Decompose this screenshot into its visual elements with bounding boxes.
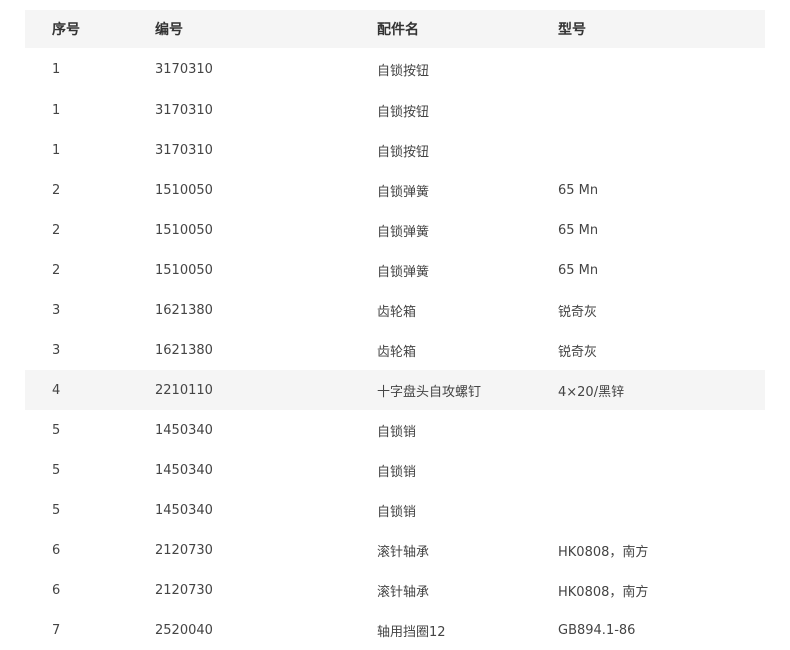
cell-no: 3 (52, 342, 61, 358)
cell-code: 2210110 (128, 370, 350, 410)
table-row: 2 1510050 自锁弹簧 65 Mn (25, 250, 765, 290)
cell-model: 锐奇灰 (558, 304, 598, 320)
cell-model (531, 410, 765, 450)
cell-code: 1621380 (155, 302, 213, 318)
header-no: 序号 (25, 10, 128, 48)
table-row: 2 1510050 自锁弹簧 65 Mn (25, 210, 765, 250)
cell-name: 十字盘头自攻螺钉 (350, 370, 531, 410)
cell-no: 6 (52, 542, 61, 558)
cell-name: 自锁销 (377, 504, 417, 520)
cell-name: 自锁按钮 (377, 144, 430, 160)
cell-code: 3170310 (155, 142, 213, 158)
cell-no: 2 (52, 262, 61, 278)
cell-name: 自锁按钮 (377, 104, 430, 120)
cell-no: 5 (52, 502, 61, 518)
cell-no: 7 (52, 622, 61, 638)
cell-model: 65 Mn (558, 262, 599, 278)
cell-no: 2 (52, 182, 61, 198)
header-model: 型号 (531, 10, 765, 48)
parts-table: 序号 编号 配件名 型号 1 3170310 自锁按钮 1 3170310 自锁按钮 1 31… (25, 10, 765, 650)
cell-no: 3 (52, 302, 61, 318)
cell-code: 2120730 (155, 542, 213, 558)
cell-name: 自锁弹簧 (377, 184, 430, 200)
cell-code: 1621380 (155, 342, 213, 358)
cell-name: 滚针轴承 (377, 584, 430, 600)
table-header: 序号 编号 配件名 型号 (25, 10, 765, 48)
cell-code: 1450340 (155, 422, 213, 438)
table-body: 1 3170310 自锁按钮 1 3170310 自锁按钮 1 3170310 自锁按钮 2 151… (25, 48, 765, 650)
cell-name: 自锁销 (377, 424, 417, 440)
cell-no: 5 (52, 422, 61, 438)
header-name: 配件名 (350, 10, 531, 48)
cell-code: 1450340 (155, 502, 213, 518)
cell-no: 5 (52, 462, 61, 478)
cell-no: 4 (25, 370, 128, 410)
cell-no: 6 (52, 582, 61, 598)
cell-name: 齿轮箱 (377, 304, 417, 320)
header-code: 编号 (128, 10, 350, 48)
cell-code: 1510050 (155, 182, 213, 198)
table-row: 1 3170310 自锁按钮 (25, 48, 765, 90)
cell-code: 2120730 (155, 582, 213, 598)
table-row: 6 2120730 滚针轴承 HK0808，南方 (25, 570, 765, 610)
cell-no: 1 (52, 61, 61, 77)
table-row: 5 1450340 自锁销 (25, 450, 765, 490)
cell-no: 1 (52, 102, 61, 118)
cell-no: 2 (52, 222, 61, 238)
cell-model: HK0808，南方 (558, 584, 649, 600)
table-row: 1 3170310 自锁按钮 (25, 90, 765, 130)
cell-model: 65 Mn (558, 222, 599, 238)
cell-model: 锐奇灰 (558, 344, 598, 360)
cell-model: 65 Mn (558, 182, 599, 198)
cell-model: GB894.1-86 (558, 622, 636, 638)
table-row: 3 1621380 齿轮箱 锐奇灰 (25, 330, 765, 370)
header-row: 序号 编号 配件名 型号 (25, 10, 765, 48)
cell-name: 齿轮箱 (377, 344, 417, 360)
cell-name: 自锁按钮 (377, 63, 430, 79)
table-row: 4 2210110 十字盘头自攻螺钉 4×20/黑锌 (25, 370, 765, 410)
cell-model (531, 48, 765, 90)
table-row: 5 1450340 自锁销 (25, 410, 765, 450)
cell-model (531, 490, 765, 530)
cell-code: 1450340 (155, 462, 213, 478)
table-row: 7 2520040 轴用挡圈12 GB894.1-86 (25, 610, 765, 650)
table-row: 2 1510050 自锁弹簧 65 Mn (25, 170, 765, 210)
table-row: 6 2120730 滚针轴承 HK0808，南方 (25, 530, 765, 570)
table-row: 1 3170310 自锁按钮 (25, 130, 765, 170)
cell-code: 1510050 (155, 222, 213, 238)
cell-model: 4×20/黑锌 (531, 370, 765, 410)
cell-code: 3170310 (155, 61, 213, 77)
cell-name: 轴用挡圈12 (377, 624, 446, 640)
cell-no: 1 (52, 142, 61, 158)
cell-code: 3170310 (155, 102, 213, 118)
cell-model: HK0808，南方 (558, 544, 649, 560)
cell-model (531, 450, 765, 490)
cell-name: 自锁弹簧 (377, 264, 430, 280)
cell-model (531, 130, 765, 170)
table-row: 5 1450340 自锁销 (25, 490, 765, 530)
cell-code: 1510050 (155, 262, 213, 278)
cell-code: 2520040 (155, 622, 213, 638)
table-row: 3 1621380 齿轮箱 锐奇灰 (25, 290, 765, 330)
cell-name: 滚针轴承 (377, 544, 430, 560)
cell-model (531, 90, 765, 130)
cell-name: 自锁弹簧 (377, 224, 430, 240)
cell-name: 自锁销 (377, 464, 417, 480)
